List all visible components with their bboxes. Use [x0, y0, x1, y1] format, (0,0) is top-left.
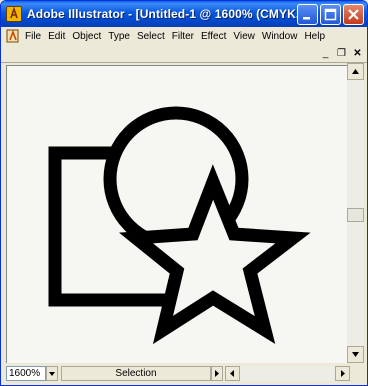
title-bar[interactable]: Adobe Illustrator - [Untitled-1 @ 1600% …	[1, 1, 367, 27]
resize-grip[interactable]	[350, 366, 365, 381]
illustrator-window: Adobe Illustrator - [Untitled-1 @ 1600% …	[0, 0, 368, 386]
scroll-up-button[interactable]	[347, 63, 364, 80]
menu-select[interactable]: Select	[137, 31, 165, 42]
vertical-scrollbar[interactable]	[347, 63, 364, 363]
zoom-level-field[interactable]: 1600%	[6, 366, 46, 381]
menu-edit[interactable]: Edit	[48, 31, 65, 42]
arrow-down-icon	[352, 352, 359, 357]
menu-filter[interactable]: Filter	[172, 31, 194, 42]
status-tool-field[interactable]: Selection	[61, 366, 211, 381]
close-button[interactable]	[343, 4, 364, 25]
scroll-right-button[interactable]	[335, 366, 350, 381]
menu-help[interactable]: Help	[304, 31, 325, 42]
document-icon[interactable]	[5, 28, 21, 44]
doc-restore-button[interactable]: ❐	[335, 47, 348, 60]
menu-object[interactable]: Object	[72, 31, 101, 42]
maximize-button[interactable]	[320, 4, 341, 25]
arrow-up-icon	[352, 69, 359, 74]
menu-view[interactable]: View	[233, 31, 255, 42]
status-bar: 1600% Selection	[1, 363, 367, 385]
zoom-dropdown-button[interactable]	[46, 366, 58, 381]
window-title: Adobe Illustrator - [Untitled-1 @ 1600% …	[27, 7, 307, 21]
close-icon	[348, 9, 359, 20]
chevron-right-icon	[215, 370, 219, 377]
menu-file[interactable]: File	[25, 31, 41, 42]
minimize-icon	[303, 17, 310, 20]
doc-close-button[interactable]: ✕	[351, 47, 364, 60]
status-menu-button[interactable]	[211, 366, 223, 381]
illustrator-app-icon[interactable]	[6, 6, 22, 22]
menu-effect[interactable]: Effect	[201, 31, 226, 42]
menu-window[interactable]: Window	[262, 31, 298, 42]
chevron-down-icon	[49, 372, 55, 376]
scroll-down-button[interactable]	[347, 346, 364, 363]
scroll-left-button[interactable]	[225, 366, 240, 381]
arrow-right-icon	[341, 370, 345, 377]
menu-type[interactable]: Type	[108, 31, 130, 42]
maximize-icon	[324, 8, 337, 21]
arrow-left-icon	[230, 370, 234, 377]
doc-minimize-button[interactable]: _	[319, 47, 332, 60]
minimize-button[interactable]	[297, 4, 318, 25]
document-controls-row: _ ❐ ✕	[1, 45, 367, 63]
menu-bar: File Edit Object Type Select Filter Effe…	[1, 27, 367, 45]
horizontal-scrollbar[interactable]	[225, 366, 365, 381]
vertical-scroll-thumb[interactable]	[347, 208, 364, 222]
artboard-canvas[interactable]	[6, 65, 347, 363]
artwork	[48, 106, 311, 345]
